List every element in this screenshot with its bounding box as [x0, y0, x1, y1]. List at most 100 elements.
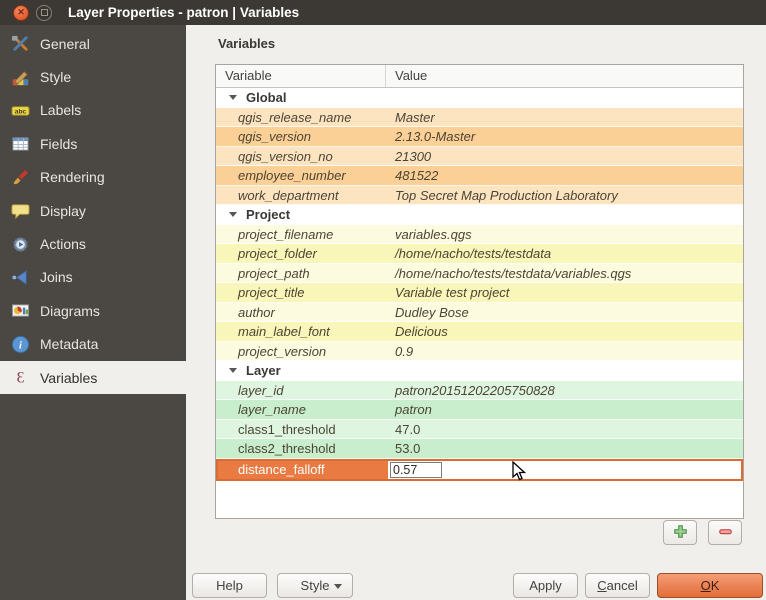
group-header-layer[interactable]: Layer: [216, 361, 743, 381]
variable-name-cell[interactable]: project_version: [216, 342, 386, 361]
variable-value-cell[interactable]: 53.0: [386, 439, 743, 458]
table-row-project_version[interactable]: project_version 0.9: [216, 341, 743, 361]
variable-value-cell[interactable]: /home/nacho/tests/testdata: [386, 244, 743, 263]
ok-button[interactable]: OK: [657, 573, 763, 598]
table-row-qgis_release_name[interactable]: qgis_release_name Master: [216, 107, 743, 127]
sidebar-item-variables[interactable]: Ɛ Variables: [0, 360, 186, 395]
table-row-layer_name[interactable]: layer_name patron: [216, 400, 743, 420]
sidebar-item-label: Display: [40, 202, 86, 219]
variable-name-cell[interactable]: qgis_version: [216, 127, 386, 146]
titlebar: ✕ Layer Properties - patron | Variables: [0, 0, 766, 25]
variable-name-cell[interactable]: main_label_font: [216, 322, 386, 341]
column-header-variable[interactable]: Variable: [216, 65, 386, 87]
table-row-class2_threshold[interactable]: class2_threshold 53.0: [216, 439, 743, 459]
table-row-work_department[interactable]: work_department Top Secret Map Production…: [216, 185, 743, 205]
value-edit-input[interactable]: [390, 461, 442, 478]
table-row-main_label_font[interactable]: main_label_font Delicious: [216, 322, 743, 342]
variable-name-cell[interactable]: work_department: [216, 186, 386, 205]
help-button[interactable]: Help: [192, 573, 267, 598]
style-menu-button[interactable]: Style: [277, 573, 353, 598]
group-header-project[interactable]: Project: [216, 205, 743, 225]
metadata-icon: i: [9, 334, 31, 354]
variable-value-cell[interactable]: 21300: [386, 147, 743, 166]
variable-value-cell[interactable]: patron: [386, 400, 743, 419]
variable-name-cell[interactable]: class2_threshold: [216, 439, 386, 458]
sidebar-item-fields[interactable]: Fields: [0, 127, 186, 160]
sidebar-item-actions[interactable]: Actions: [0, 227, 186, 260]
variable-name-cell[interactable]: project_filename: [216, 225, 386, 244]
variable-name-cell[interactable]: project_folder: [216, 244, 386, 263]
variable-name-cell[interactable]: author: [216, 303, 386, 322]
group-header-global[interactable]: Global: [216, 88, 743, 108]
table-row-distance_falloff[interactable]: distance_falloff: [216, 458, 743, 481]
table-row-project_filename[interactable]: project_filename variables.qgs: [216, 224, 743, 244]
sidebar-item-general[interactable]: General: [0, 27, 186, 60]
maximize-icon[interactable]: [36, 4, 52, 21]
sidebar-item-display[interactable]: Display: [0, 194, 186, 227]
variable-value-cell[interactable]: patron20151202205750828: [386, 381, 743, 400]
sidebar-item-metadata[interactable]: i Metadata: [0, 328, 186, 361]
svg-text:abc: abc: [14, 108, 26, 115]
variable-value-cell[interactable]: 0.9: [386, 342, 743, 361]
variable-name-cell[interactable]: qgis_release_name: [216, 108, 386, 127]
sidebar-item-rendering[interactable]: Rendering: [0, 161, 186, 194]
variable-name-cell[interactable]: layer_id: [216, 381, 386, 400]
group-label: Global: [246, 90, 287, 105]
table-row-project_title[interactable]: project_title Variable test project: [216, 283, 743, 303]
cancel-button[interactable]: Cancel: [585, 573, 650, 598]
plus-icon: [673, 524, 688, 542]
variable-value-cell[interactable]: 481522: [386, 166, 743, 185]
variable-value-cell[interactable]: Master: [386, 108, 743, 127]
variable-name-cell[interactable]: distance_falloff: [218, 460, 388, 479]
remove-variable-button[interactable]: [708, 520, 742, 545]
table-row-qgis_version_no[interactable]: qgis_version_no 21300: [216, 146, 743, 166]
variable-name-cell[interactable]: qgis_version_no: [216, 147, 386, 166]
variable-value-cell[interactable]: Variable test project: [386, 283, 743, 302]
variable-value-cell[interactable]: 47.0: [386, 420, 743, 439]
collapse-triangle-icon[interactable]: [229, 212, 237, 218]
table-row-qgis_version[interactable]: qgis_version 2.13.0-Master: [216, 127, 743, 147]
table-row-employee_number[interactable]: employee_number 481522: [216, 166, 743, 186]
group-label: Project: [246, 207, 291, 222]
variables-icon: Ɛ: [9, 368, 31, 388]
variable-name-cell[interactable]: project_path: [216, 264, 386, 283]
collapse-triangle-icon[interactable]: [229, 95, 237, 101]
sidebar-item-label: General: [40, 35, 90, 52]
variable-name-cell[interactable]: employee_number: [216, 166, 386, 185]
variables-table: Variable Value Global qgis_release_name Ma…: [215, 64, 744, 519]
table-row-class1_threshold[interactable]: class1_threshold 47.0: [216, 419, 743, 439]
collapse-triangle-icon[interactable]: [229, 368, 237, 374]
variable-value-cell[interactable]: variables.qgs: [386, 225, 743, 244]
variables-table-body: Global qgis_release_name Master qgis_versio…: [216, 88, 743, 481]
variable-value-cell[interactable]: Delicious: [386, 322, 743, 341]
sidebar-item-labels[interactable]: abc Labels: [0, 94, 186, 127]
sidebar-item-diagrams[interactable]: Diagrams: [0, 294, 186, 327]
table-row-project_path[interactable]: project_path/home/nacho/tests/testdata/v…: [216, 263, 743, 283]
sidebar-item-style[interactable]: Style: [0, 60, 186, 93]
sidebar-item-joins[interactable]: Joins: [0, 261, 186, 294]
add-variable-button[interactable]: [663, 520, 697, 545]
group-label: Layer: [246, 363, 281, 378]
general-icon: [9, 34, 31, 54]
table-row-author[interactable]: author Dudley Bose: [216, 302, 743, 322]
svg-text:i: i: [19, 340, 22, 351]
labels-icon: abc: [9, 100, 31, 120]
variable-value-cell[interactable]: Dudley Bose: [386, 303, 743, 322]
sidebar-item-label: Rendering: [40, 169, 105, 186]
variable-value-cell[interactable]: /home/nacho/tests/testdata/variables.qgs: [386, 264, 743, 283]
variable-name-cell[interactable]: class1_threshold: [216, 420, 386, 439]
close-icon[interactable]: ✕: [13, 4, 29, 21]
variable-value-cell[interactable]: Top Secret Map Production Laboratory: [386, 186, 743, 205]
rendering-icon: [9, 167, 31, 187]
variable-name-cell[interactable]: layer_name: [216, 400, 386, 419]
apply-button[interactable]: Apply: [513, 573, 578, 598]
table-header: Variable Value: [216, 65, 743, 88]
variable-name-cell[interactable]: project_title: [216, 283, 386, 302]
table-row-project_folder[interactable]: project_folder/home/nacho/tests/testdata: [216, 244, 743, 264]
column-header-value[interactable]: Value: [386, 65, 743, 87]
table-row-layer_id[interactable]: layer_id patron20151202205750828: [216, 380, 743, 400]
sidebar-item-label: Metadata: [40, 336, 99, 353]
style-icon: [9, 67, 31, 87]
variable-value-cell[interactable]: 2.13.0-Master: [386, 127, 743, 146]
sidebar-item-label: Labels: [40, 102, 82, 119]
